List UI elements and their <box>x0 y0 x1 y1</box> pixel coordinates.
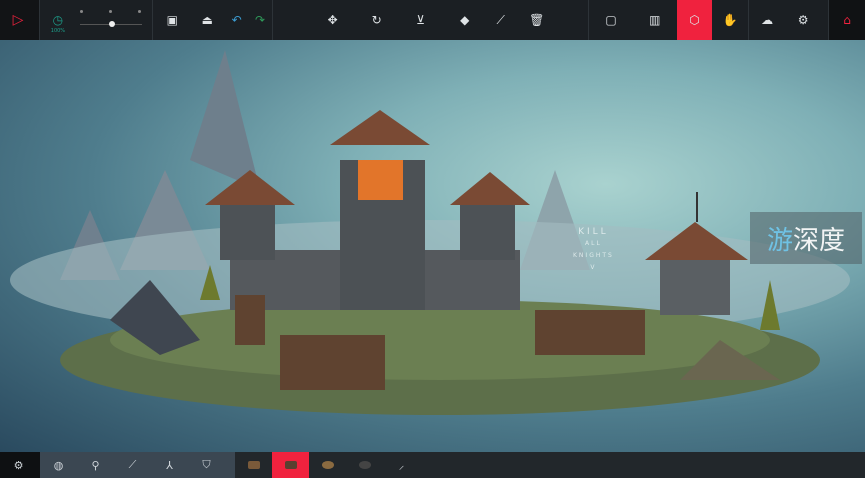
home-button[interactable]: ⌂ <box>829 0 865 40</box>
stats-button[interactable]: ▥ <box>637 0 673 40</box>
play-icon: ▷ <box>12 12 24 28</box>
rotate-tool[interactable]: ↻ <box>359 0 395 40</box>
block-palette: ⚙ ◍ ⚲ ⟋ ⅄ ⛉ ⸝ <box>0 452 865 478</box>
category-weapons[interactable]: ⟋ <box>114 452 151 478</box>
palette-settings-button[interactable]: ⚙ <box>0 452 37 478</box>
time-scale-button[interactable]: ◷ 100% <box>40 0 76 40</box>
hand-icon: ✋ <box>722 13 738 27</box>
block-wooden[interactable] <box>235 452 272 478</box>
block-flag[interactable]: ⸝ <box>383 452 420 478</box>
sign-line: ALL <box>585 240 602 247</box>
sphere-icon: ◍ <box>53 458 64 472</box>
wrench-icon: ⟋ <box>496 12 505 27</box>
watermark-chars: 深度 <box>793 225 846 256</box>
category-mechanical[interactable]: ⚲ <box>77 452 114 478</box>
undo-button[interactable]: ↶ <box>225 0 248 40</box>
block-cube-icon: ⬡ <box>689 13 700 27</box>
block-bomb[interactable] <box>346 452 383 478</box>
eraser-tool[interactable]: ◆ <box>447 0 483 40</box>
block-mode-button[interactable]: ⬡ <box>676 0 713 40</box>
settings-icon: ⚙ <box>13 458 24 472</box>
sign-line: KNIGHTS <box>573 252 614 259</box>
flip-tool[interactable]: ⊻ <box>403 0 439 40</box>
clock-icon: ◷ <box>52 13 64 27</box>
save-icon: ▣ <box>166 13 178 27</box>
game-viewport[interactable]: KILL ALL KNIGHTS V <box>0 40 865 452</box>
stats-icon: ▥ <box>649 13 661 27</box>
trash-button[interactable]: 🗑 <box>519 0 555 40</box>
wooden-block-icon <box>247 461 260 469</box>
flag-block-icon: ⸝ <box>398 458 405 472</box>
load-icon: ⏏ <box>201 13 214 27</box>
mechanical-icon: ⚲ <box>91 458 100 472</box>
info-icon: ▢ <box>605 13 617 27</box>
save-button[interactable]: ▣ <box>155 0 190 40</box>
watermark: 游深度 <box>750 212 862 264</box>
settings-button[interactable]: ⚙ <box>785 0 821 40</box>
joint-icon: ⅄ <box>166 458 173 472</box>
time-scale-label: 100% <box>50 28 66 34</box>
trash-icon: 🗑 <box>529 13 545 27</box>
sign-line: KILL <box>578 227 609 237</box>
category-armor[interactable]: ⛉ <box>188 452 225 478</box>
move-tool[interactable]: ✥ <box>315 0 351 40</box>
settings-icon: ⚙ <box>797 13 809 27</box>
weapon-icon: ⟋ <box>128 458 137 471</box>
bomb-block-icon <box>358 461 371 469</box>
load-button[interactable]: ⏏ <box>190 0 225 40</box>
rotate-icon: ↻ <box>371 13 382 27</box>
play-button[interactable]: ▷ <box>0 0 36 40</box>
move-icon: ✥ <box>327 13 338 27</box>
top-toolbar: ▷ ◷ 100% ▣ ⏏ ↶ ↷ ✥ ↻ ⊻ ◆ ⟋ 🗑 ▢ ▥ ⬡ ✋ ☁ ⚙ … <box>0 0 865 40</box>
home-icon: ⌂ <box>843 13 851 27</box>
wheel-block-icon <box>321 461 334 469</box>
watermark-char: 游 <box>766 225 793 256</box>
flip-icon: ⊻ <box>416 13 426 27</box>
eraser-icon: ◆ <box>460 13 470 27</box>
info-button[interactable]: ▢ <box>593 0 629 40</box>
redo-button[interactable]: ↷ <box>248 0 271 40</box>
category-sphere[interactable]: ◍ <box>40 452 77 478</box>
armor-icon: ⛉ <box>202 458 211 471</box>
redo-icon: ↷ <box>254 13 266 27</box>
cloud-button[interactable]: ☁ <box>749 0 785 40</box>
wrench-tool[interactable]: ⟋ <box>483 0 519 40</box>
block-cannon[interactable] <box>272 452 309 478</box>
undo-icon: ↶ <box>231 13 242 27</box>
sign-line: V <box>590 264 597 271</box>
time-scale-slider[interactable] <box>76 0 146 40</box>
category-joints[interactable]: ⅄ <box>151 452 188 478</box>
cloud-icon: ☁ <box>761 13 774 27</box>
block-wheel[interactable] <box>309 452 346 478</box>
castle-scene <box>10 50 850 415</box>
hand-button[interactable]: ✋ <box>712 0 748 40</box>
kill-all-knights-sign: KILL ALL KNIGHTS V <box>573 226 614 274</box>
cannon-block-icon <box>284 461 297 469</box>
